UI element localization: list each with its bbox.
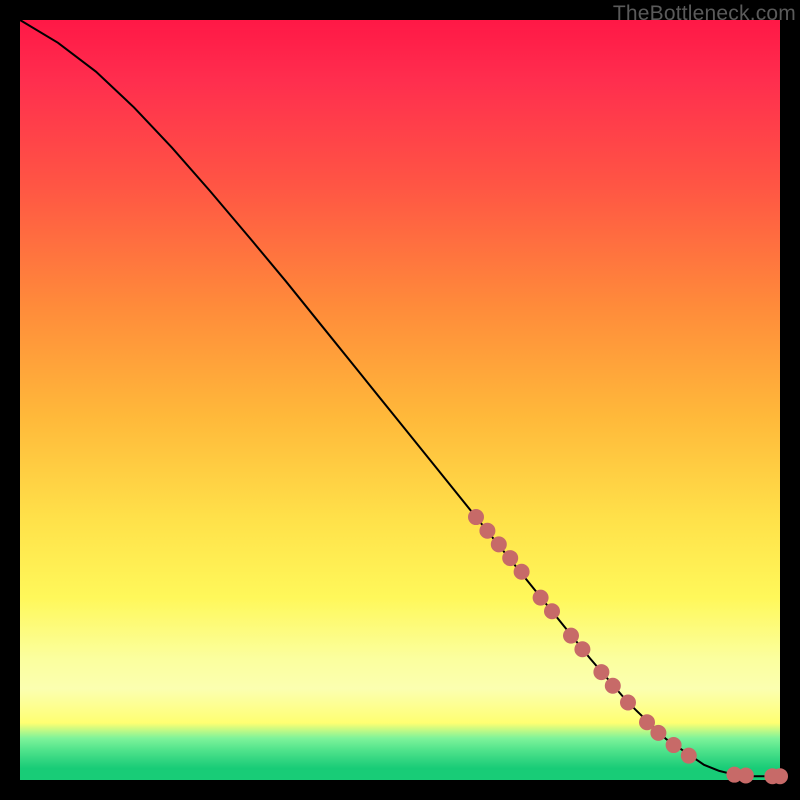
data-marker (594, 665, 609, 680)
data-marker (621, 695, 636, 710)
data-marker (666, 738, 681, 753)
chart-stage: TheBottleneck.com (0, 0, 800, 800)
data-marker (564, 628, 579, 643)
marker-group (469, 510, 788, 784)
data-marker (605, 678, 620, 693)
data-marker (480, 523, 495, 538)
data-marker (640, 715, 655, 730)
chart-overlay (20, 20, 780, 780)
data-marker (533, 590, 548, 605)
data-marker (773, 769, 788, 784)
plot-area (20, 20, 780, 780)
data-marker (545, 604, 560, 619)
data-marker (575, 642, 590, 657)
data-marker (651, 725, 666, 740)
data-marker (514, 564, 529, 579)
data-marker (738, 768, 753, 783)
data-marker (503, 551, 518, 566)
bottleneck-curve (20, 20, 780, 776)
data-marker (681, 748, 696, 763)
data-marker (491, 537, 506, 552)
data-marker (469, 510, 484, 525)
